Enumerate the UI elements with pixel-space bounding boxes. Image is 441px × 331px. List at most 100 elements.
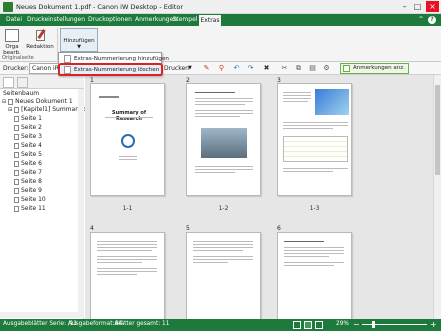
tab-druckoptionen[interactable]: Druckoptionen	[88, 14, 132, 26]
tree-page[interactable]: Seite 1	[14, 115, 42, 123]
tree-page[interactable]: Seite 3	[14, 133, 42, 141]
page-label: 1-2	[218, 205, 229, 212]
page-tree-tab-icon[interactable]	[3, 77, 14, 88]
paste-icon[interactable]: ▤	[308, 64, 317, 73]
page-icon	[14, 142, 19, 149]
page-thumbnail[interactable]	[90, 232, 165, 322]
fit-page-icon[interactable]	[315, 321, 323, 329]
bookmark-tab-icon[interactable]	[17, 77, 28, 88]
copy-icon[interactable]: ⧉	[294, 64, 303, 73]
page-canvas: 1 Summary of Research 1-1 2 1-2 3 1-3 4 …	[85, 75, 433, 322]
chapter-icon	[14, 106, 20, 113]
highlight-box	[58, 63, 163, 76]
page-thumbnail[interactable]: Summary of Research	[90, 83, 165, 196]
cut-icon[interactable]: ✂	[280, 64, 289, 73]
minimize-icon[interactable]: –	[398, 1, 411, 12]
tree-page[interactable]: Seite 8	[14, 178, 42, 186]
add-button[interactable]: Hinzufügen ▼	[60, 28, 98, 52]
sidebar-scrollbar[interactable]	[78, 89, 84, 318]
ribbon-group-label: Originalseite	[2, 55, 34, 61]
printer-select[interactable]: Canon iR-AD	[29, 63, 59, 74]
page-icon	[14, 169, 19, 176]
single-page-view-icon[interactable]	[293, 321, 301, 329]
page-icon	[14, 151, 19, 158]
page-label: 1-1	[122, 205, 133, 212]
page-image	[201, 128, 247, 158]
document-icon	[8, 98, 14, 105]
redaction-icon	[33, 29, 47, 42]
page-thumbnail[interactable]	[186, 232, 261, 322]
show-annotations-button[interactable]: Anmerkungen anz.	[340, 63, 409, 74]
thumbnail-view-icon[interactable]	[304, 321, 312, 329]
maximize-icon[interactable]: □	[411, 1, 424, 12]
ribbon-tabs: Datei Druckeinstellungen Druckoptionen A…	[0, 14, 441, 26]
tab-datei[interactable]: Datei	[3, 14, 25, 26]
close-icon[interactable]: ×	[426, 1, 439, 12]
page-number: 6	[277, 225, 281, 232]
tree-page[interactable]: Seite 2	[14, 124, 42, 132]
organize-icon	[5, 29, 19, 42]
tab-druckeinstellungen[interactable]: Druckeinstellungen	[27, 14, 85, 26]
help-icon[interactable]: ?	[428, 16, 436, 24]
undo-icon[interactable]: ↶	[232, 64, 241, 73]
tree-page-label: Seite 3	[21, 133, 42, 140]
tree-page-label: Seite 9	[21, 187, 42, 194]
page-icon	[14, 133, 19, 140]
tree-page[interactable]: Seite 11	[14, 205, 46, 213]
organize-button[interactable]: Orga bearb.	[3, 29, 21, 56]
page-number: 4	[90, 225, 94, 232]
page-thumbnail[interactable]	[277, 232, 352, 322]
printer-label: Drucker:	[3, 65, 29, 72]
redo-icon[interactable]: ↷	[246, 64, 255, 73]
chevron-down-icon[interactable]: ▼	[188, 65, 192, 71]
tree-page-label: Seite 11	[21, 205, 46, 212]
tree-page-label: Seite 10	[21, 196, 46, 203]
tree-page-label: Seite 5	[21, 151, 42, 158]
tab-anmerkungen[interactable]: Anmerkungen	[135, 14, 177, 26]
title-bar: Neues Dokument 1.pdf - Canon iW Desktop …	[0, 0, 441, 14]
zoom-out-icon[interactable]: −	[353, 320, 360, 329]
status-bar: Ausgabeblätter Serie: /11 Ausgabeformat:…	[0, 319, 441, 331]
tree-page[interactable]: Seite 10	[14, 196, 46, 204]
page-thumbnail[interactable]	[277, 83, 352, 196]
tree-root-label: Neues Dokument 1	[15, 98, 73, 105]
page-icon	[14, 205, 19, 212]
logo-icon	[121, 134, 135, 148]
page-image	[315, 89, 349, 115]
settings-icon[interactable]: ⚙	[322, 64, 331, 73]
redaction-tool-icon[interactable]: ✎	[202, 64, 211, 73]
output-sheets-status: Ausgabeblätter Serie: /11	[3, 321, 78, 327]
zoom-in-icon[interactable]: +	[430, 320, 437, 329]
page-tree-panel: Seitenbaum ⊟ Neues Dokument 1 ⊟ [Kapitel…	[0, 75, 98, 319]
chevron-up-icon[interactable]: ^	[417, 16, 425, 24]
tree-root[interactable]: ⊟ Neues Dokument 1	[2, 98, 73, 106]
delete-icon[interactable]: ✖	[262, 64, 271, 73]
tree-page[interactable]: Seite 4	[14, 142, 42, 150]
tree-page-label: Seite 7	[21, 169, 42, 176]
sidebar-horizontal-scrollbar[interactable]	[0, 312, 78, 318]
total-sheets-status: Blätter gesamt: 11	[115, 321, 170, 327]
page-icon	[14, 187, 19, 194]
canvas-scrollbar[interactable]	[433, 75, 441, 319]
tab-stempel[interactable]: Stempel	[172, 14, 198, 26]
print-button[interactable]: Drucken	[164, 63, 190, 74]
tree-page[interactable]: Seite 7	[14, 169, 42, 177]
tree-page-label: Seite 2	[21, 124, 42, 131]
menu-item-label: Extras-Nummerierung hinzufügen	[74, 56, 169, 62]
redaction-button[interactable]: Redaktion	[26, 29, 54, 50]
page-thumbnail[interactable]	[186, 83, 261, 196]
tree-page[interactable]: Seite 6	[14, 160, 42, 168]
tree-page-label: Seite 8	[21, 178, 42, 185]
tab-extras[interactable]: Extras	[199, 14, 221, 26]
page-label: 1-3	[309, 205, 320, 212]
zoom-slider-handle[interactable]	[372, 321, 375, 328]
tree-page[interactable]: Seite 9	[14, 187, 42, 195]
page-table	[283, 136, 348, 162]
scrollbar-thumb[interactable]	[435, 85, 440, 175]
chevron-down-icon: ▼	[77, 44, 81, 50]
page-icon	[14, 196, 19, 203]
tree-page-label: Seite 4	[21, 142, 42, 149]
app-icon	[3, 2, 13, 12]
tree-page[interactable]: Seite 5	[14, 151, 42, 159]
link-icon[interactable]: ⚲	[217, 64, 226, 73]
